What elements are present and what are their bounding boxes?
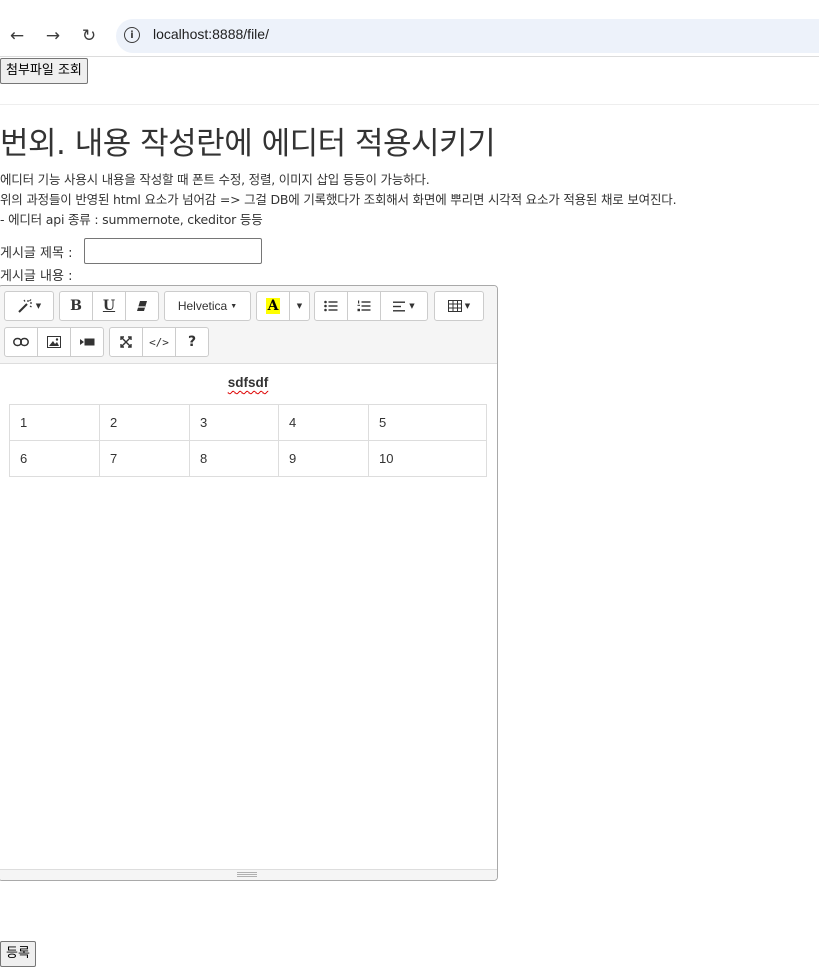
submit-button[interactable]: 등록	[0, 941, 36, 967]
align-left-icon	[393, 301, 406, 311]
reload-icon[interactable]: ↻	[78, 24, 100, 48]
code-view-button[interactable]: </>	[142, 327, 176, 357]
video-icon	[79, 338, 94, 346]
link-icon	[13, 337, 29, 347]
table-cell[interactable]: 6	[9, 440, 100, 477]
magic-wand-icon	[18, 299, 32, 313]
table-cell[interactable]: 2	[99, 404, 190, 441]
fullscreen-icon	[120, 336, 132, 348]
view-group: </> ?	[109, 327, 209, 357]
post-content-label: 게시글 내용 :	[0, 269, 73, 284]
clear-format-button[interactable]	[125, 291, 159, 321]
table-row: 6 7 8 9 10	[9, 440, 487, 477]
bullet-list-icon	[324, 300, 338, 312]
rich-text-editor: ▼ B U Helvetica ▼ A ▼ ▼ ▼ </> ? sdfsdf 1…	[0, 285, 498, 881]
font-style-group: B U	[59, 291, 159, 321]
caret-down-icon: ▼	[464, 302, 471, 310]
view-attachments-button[interactable]: 첨부파일 조회	[0, 58, 88, 84]
help-icon: ?	[187, 334, 197, 350]
font-name-group: Helvetica ▼	[164, 291, 251, 321]
table-icon	[447, 300, 462, 312]
resize-grip-icon[interactable]	[237, 872, 257, 877]
table-dropdown-button[interactable]: ▼	[434, 291, 484, 321]
back-arrow-icon[interactable]: ←	[6, 24, 28, 48]
browser-toolbar: ← → ↻ i localhost:8888/file/	[0, 0, 819, 57]
color-dropdown-button[interactable]: ▼	[289, 291, 310, 321]
code-icon: </>	[149, 335, 169, 349]
eraser-icon	[137, 301, 147, 311]
description-line-3: - 에디터 api 종류 : summernote, ckeditor 등등	[0, 212, 263, 227]
table-cell[interactable]: 4	[278, 404, 369, 441]
editor-resize-bar[interactable]	[0, 869, 497, 880]
ordered-list-button[interactable]	[347, 291, 381, 321]
numbered-list-icon	[357, 300, 371, 312]
address-bar[interactable]: i localhost:8888/file/	[116, 19, 819, 53]
description-line-1: 에디터 기능 사용시 내용을 작성할 때 폰트 수정, 정렬, 이미지 삽입 등…	[0, 172, 430, 187]
editor-toolbar: ▼ B U Helvetica ▼ A ▼ ▼ ▼ </> ?	[0, 286, 497, 364]
text-color-button[interactable]: A	[256, 291, 290, 321]
color-group: A ▼	[256, 291, 310, 321]
divider	[0, 104, 819, 105]
color-a-icon: A	[265, 298, 281, 314]
table-cell[interactable]: 5	[368, 404, 487, 441]
paragraph-group: ▼	[314, 291, 428, 321]
insert-video-button[interactable]	[70, 327, 104, 357]
bold-icon: B	[70, 298, 82, 314]
post-title-label: 게시글 제목 :	[0, 246, 73, 261]
insert-picture-button[interactable]	[37, 327, 71, 357]
unordered-list-button[interactable]	[314, 291, 348, 321]
insert-link-button[interactable]	[4, 327, 38, 357]
help-button[interactable]: ?	[175, 327, 209, 357]
url-text[interactable]: localhost:8888/file/	[153, 26, 269, 42]
fullscreen-button[interactable]	[109, 327, 143, 357]
table-cell[interactable]: 1	[9, 404, 100, 441]
font-family-dropdown[interactable]: Helvetica ▼	[164, 291, 251, 321]
caret-down-icon: ▼	[35, 302, 42, 310]
image-icon	[47, 336, 61, 348]
underline-button[interactable]: U	[92, 291, 126, 321]
site-info-icon[interactable]: i	[124, 27, 140, 43]
insert-group	[4, 327, 104, 357]
table-cell[interactable]: 3	[189, 404, 279, 441]
table-cell[interactable]: 9	[278, 440, 369, 477]
caret-down-icon: ▼	[296, 302, 303, 310]
table-group: ▼	[434, 291, 484, 321]
forward-arrow-icon[interactable]: →	[42, 24, 64, 48]
style-dropdown-button[interactable]: ▼	[4, 291, 54, 321]
font-name-label: Helvetica	[177, 299, 228, 313]
page-title: 번외. 내용 작성란에 에디터 적용시키기	[0, 126, 496, 162]
content-text: sdfsdf	[227, 375, 269, 390]
table-cell[interactable]: 10	[368, 440, 487, 477]
table-row: 1 2 3 4 5	[9, 404, 487, 441]
underline-icon: U	[102, 298, 116, 314]
content-paragraph: sdfsdf	[0, 375, 497, 390]
description-line-2: 위의 과정들이 반영된 html 요소가 넘어감 => 그걸 DB에 기록했다가…	[0, 192, 677, 207]
content-table[interactable]: 1 2 3 4 5 6 7 8 9 10	[9, 404, 487, 477]
style-group: ▼	[4, 291, 54, 321]
editor-content-area[interactable]: sdfsdf 1 2 3 4 5 6 7 8 9 10	[0, 364, 497, 870]
caret-down-icon: ▼	[230, 302, 238, 310]
bold-button[interactable]: B	[59, 291, 93, 321]
post-title-input[interactable]	[84, 238, 262, 264]
table-cell[interactable]: 8	[189, 440, 279, 477]
table-cell[interactable]: 7	[99, 440, 190, 477]
align-dropdown-button[interactable]: ▼	[380, 291, 428, 321]
caret-down-icon: ▼	[409, 302, 415, 310]
